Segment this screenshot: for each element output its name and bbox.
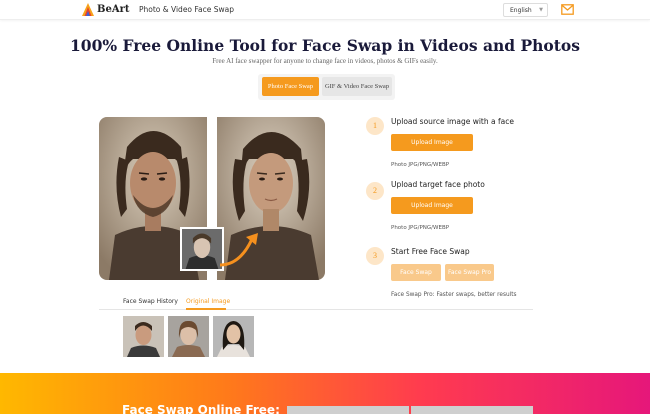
face-swap-preview	[99, 117, 325, 280]
sample-image-1[interactable]	[123, 316, 164, 357]
top-navigation-bar: BeArt Photo & Video Face Swap English ▼	[0, 0, 650, 20]
language-value: English	[510, 7, 532, 14]
step-1-number: 1	[366, 117, 384, 135]
step-3-title: Start Free Face Swap	[391, 247, 470, 256]
swap-arrow-icon	[219, 233, 258, 267]
language-select[interactable]: English ▼	[503, 3, 548, 17]
beart-logo-icon	[82, 3, 94, 16]
tab-original-image[interactable]: Original Image	[186, 298, 230, 305]
step-2-title: Upload target face photo	[391, 180, 485, 189]
banner-title: Face Swap Online Free:	[122, 403, 280, 414]
banner-image-1	[287, 406, 409, 414]
face-swap-button[interactable]: Face Swap	[391, 264, 441, 281]
page-title: 100% Free Online Tool for Face Swap in V…	[70, 36, 580, 55]
sample-image-2[interactable]	[168, 316, 209, 357]
step-2-formats: Photo JPG/PNG/WEBP	[391, 225, 450, 231]
step-1-formats: Photo JPG/PNG/WEBP	[391, 162, 450, 168]
banner-image-2	[411, 406, 533, 414]
step-2-number: 2	[366, 182, 384, 200]
mail-icon[interactable]	[561, 4, 574, 15]
tab-gif-video-face-swap[interactable]: GIF & Video Face Swap	[322, 77, 392, 96]
brand-name: BeArt	[97, 4, 130, 15]
upload-target-button[interactable]: Upload Image	[391, 197, 473, 214]
nav-link-face-swap[interactable]: Photo & Video Face Swap	[139, 5, 234, 14]
chevron-down-icon: ▼	[539, 7, 543, 13]
tab-photo-face-swap[interactable]: Photo Face Swap	[262, 77, 319, 96]
page-subtitle: Free AI face swapper for anyone to chang…	[212, 57, 438, 65]
brand-logo[interactable]: BeArt	[82, 3, 129, 16]
face-swap-pro-button[interactable]: Face Swap Pro	[445, 264, 494, 281]
tab-face-swap-history[interactable]: Face Swap History	[123, 298, 178, 305]
promo-banner: Face Swap Online Free:	[0, 373, 650, 414]
history-tab-bar: Face Swap History Original Image	[99, 296, 533, 310]
upload-source-button[interactable]: Upload Image	[391, 134, 473, 151]
step-3-number: 3	[366, 247, 384, 265]
active-tab-underline	[186, 308, 226, 310]
step-1-title: Upload source image with a face	[391, 117, 514, 126]
sample-image-3[interactable]	[213, 316, 254, 357]
mode-tab-group: Photo Face Swap GIF & Video Face Swap	[258, 74, 395, 100]
